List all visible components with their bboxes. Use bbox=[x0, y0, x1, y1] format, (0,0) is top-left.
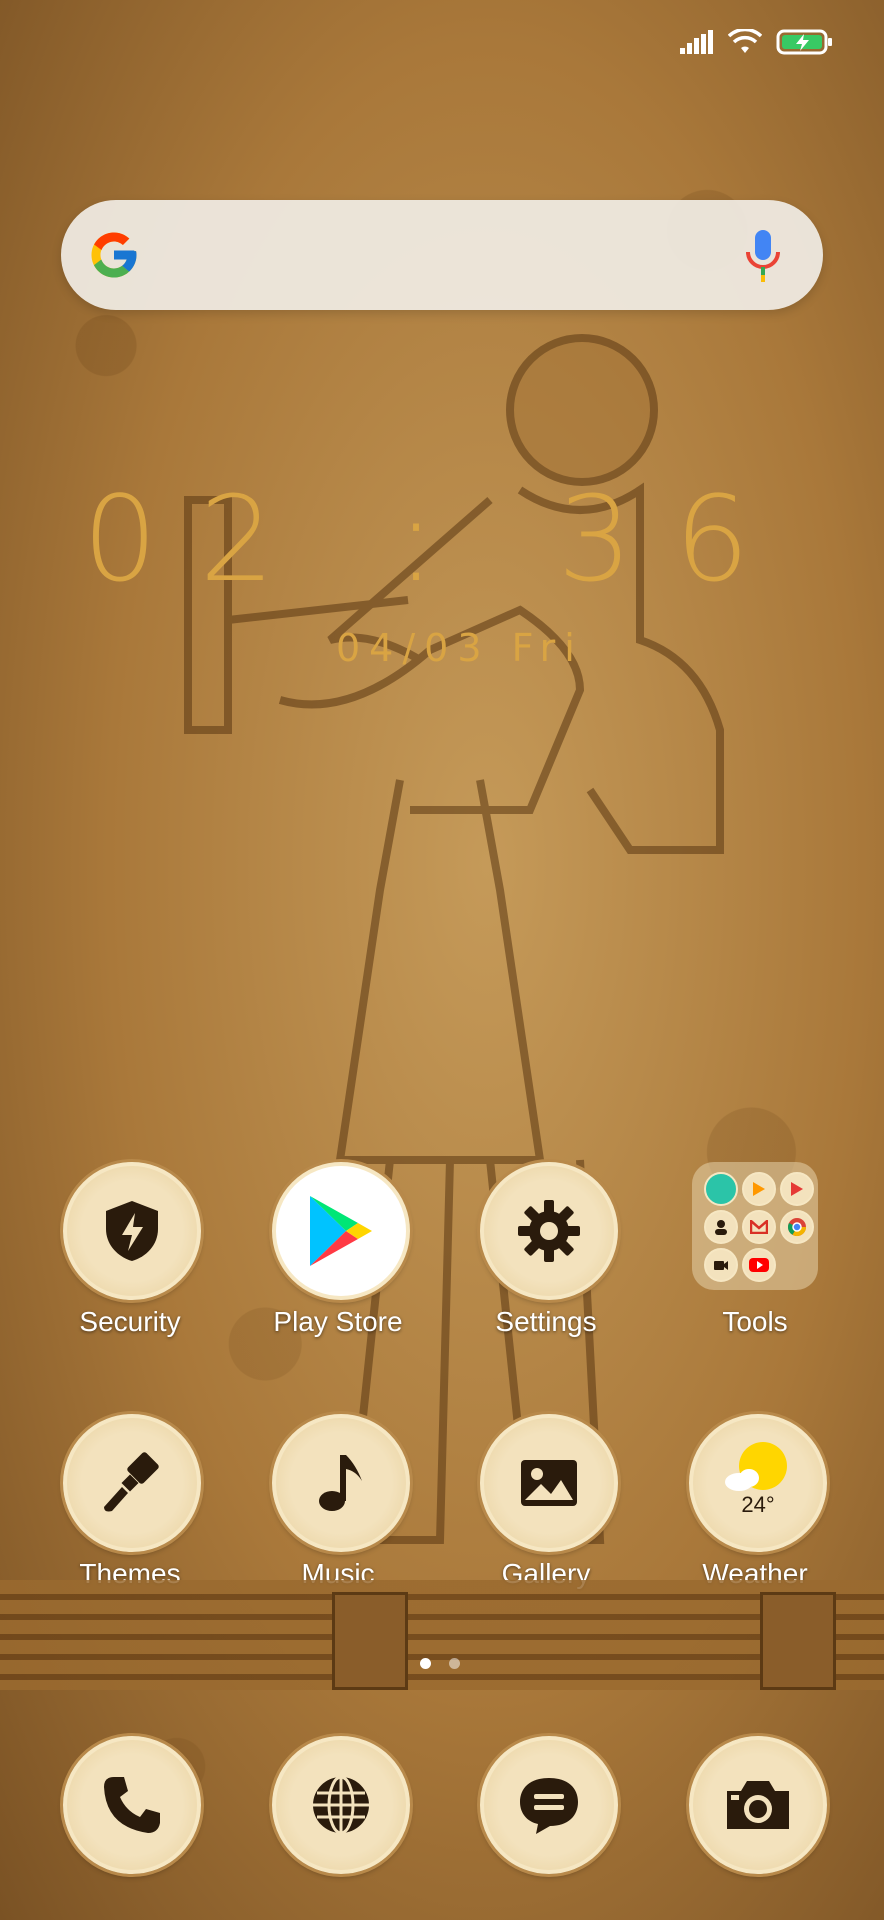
wallpaper-post bbox=[760, 1592, 836, 1690]
tools-folder[interactable] bbox=[692, 1162, 818, 1290]
paintbrush-icon bbox=[104, 1452, 159, 1512]
music-app-icon[interactable] bbox=[272, 1414, 410, 1552]
weather-app-icon[interactable]: 24° bbox=[689, 1414, 827, 1552]
wallpaper-post bbox=[332, 1592, 408, 1690]
security-app-icon[interactable] bbox=[63, 1162, 201, 1300]
messages-icon bbox=[520, 1778, 578, 1834]
settings-app-icon[interactable] bbox=[480, 1162, 618, 1300]
camera-icon bbox=[727, 1781, 789, 1829]
app-label-security: Security bbox=[79, 1306, 181, 1337]
google-logo-icon bbox=[91, 232, 137, 278]
mic-icon[interactable] bbox=[743, 228, 783, 284]
camera-dock-icon[interactable] bbox=[689, 1736, 827, 1874]
messages-dock-icon[interactable] bbox=[480, 1736, 618, 1874]
google-search-bar[interactable] bbox=[61, 200, 823, 310]
weather-sun-icon bbox=[725, 1442, 787, 1491]
shield-bolt-icon bbox=[106, 1201, 158, 1261]
page-indicator bbox=[420, 1658, 460, 1669]
mini-play-icon bbox=[742, 1172, 776, 1206]
image-icon bbox=[521, 1460, 577, 1506]
app-label-play-store: Play Store bbox=[273, 1306, 403, 1337]
wifi-icon bbox=[728, 29, 762, 53]
gear-icon bbox=[518, 1200, 580, 1262]
globe-icon bbox=[313, 1775, 369, 1835]
page-dot-2 bbox=[449, 1658, 460, 1669]
phone-icon bbox=[104, 1777, 160, 1833]
browser-dock-icon[interactable] bbox=[272, 1736, 410, 1874]
mini-recorder-icon bbox=[704, 1248, 738, 1282]
themes-app-icon[interactable] bbox=[63, 1414, 201, 1552]
phone-dock-icon[interactable] bbox=[63, 1736, 201, 1874]
weather-temp: 24° bbox=[741, 1492, 775, 1517]
play-store-icon bbox=[310, 1196, 372, 1266]
clock-time: 02 : 36 bbox=[82, 470, 792, 608]
mini-scanner-icon bbox=[704, 1172, 738, 1206]
mini-youtube-icon bbox=[742, 1248, 776, 1282]
mini-chrome-icon bbox=[780, 1210, 814, 1244]
play-store-app-icon[interactable] bbox=[272, 1162, 410, 1300]
mini-contacts-icon bbox=[704, 1210, 738, 1244]
mini-gmail-icon bbox=[742, 1210, 776, 1244]
music-note-icon bbox=[319, 1455, 362, 1511]
app-label-settings: Settings bbox=[495, 1306, 597, 1337]
clock-date: 04/03 Fri bbox=[336, 626, 584, 670]
signal-icon bbox=[680, 30, 713, 54]
status-bar bbox=[680, 22, 834, 62]
gallery-app-icon[interactable] bbox=[480, 1414, 618, 1552]
wallpaper-shelf bbox=[0, 1580, 884, 1690]
mini-movies-icon bbox=[780, 1172, 814, 1206]
page-dot-1 bbox=[420, 1658, 431, 1669]
app-label-tools: Tools bbox=[722, 1306, 788, 1337]
battery-charging-icon bbox=[776, 29, 832, 55]
